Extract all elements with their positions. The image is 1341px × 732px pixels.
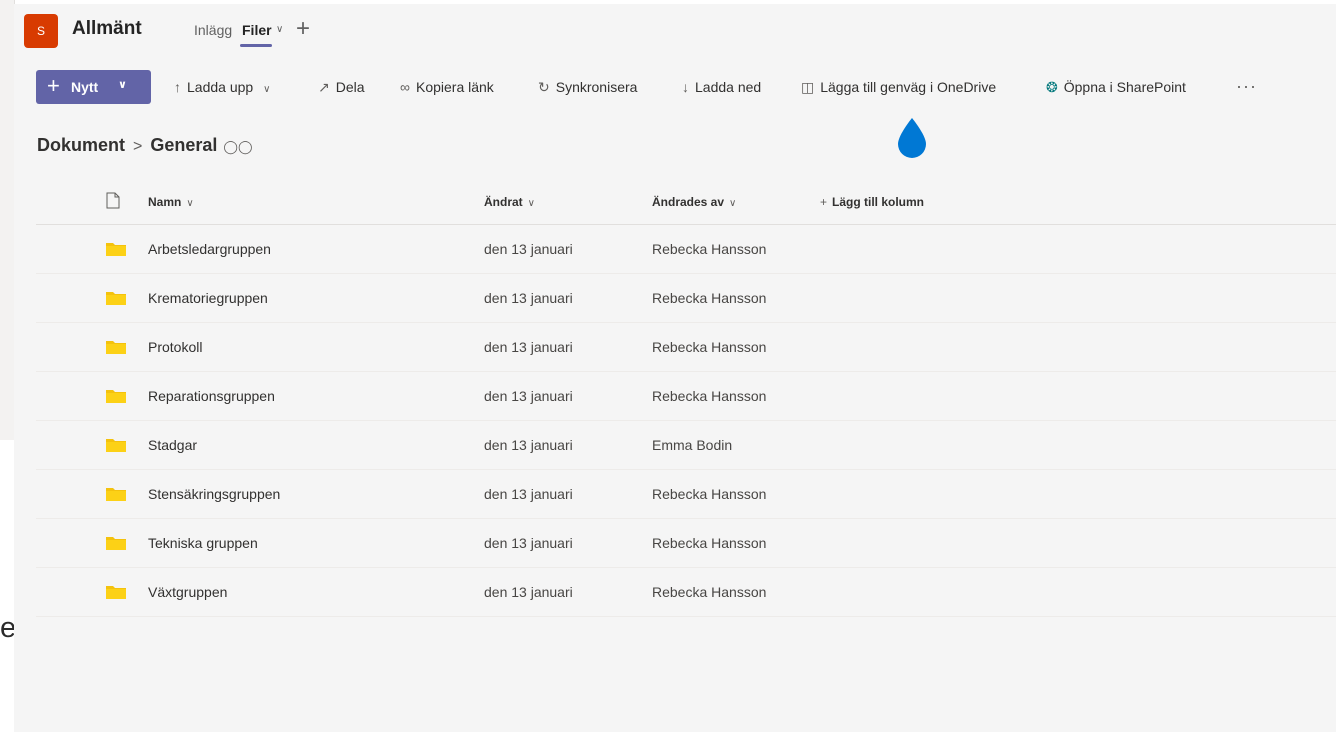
sync-button[interactable]: ↻ Synkronisera <box>538 79 637 96</box>
folder-icon <box>106 439 126 452</box>
row-name[interactable]: Protokoll <box>148 339 202 355</box>
row-modified: den 13 januari <box>484 584 573 600</box>
row-name[interactable]: Stadgar <box>148 437 197 453</box>
shortcut-icon: ◫ <box>801 79 815 95</box>
breadcrumb-current: General <box>150 135 218 155</box>
row-modified-by: Rebecka Hansson <box>652 290 767 306</box>
row-name[interactable]: Krematoriegruppen <box>148 290 268 306</box>
row-modified-by: Rebecka Hansson <box>652 339 767 355</box>
row-name[interactable]: Växtgruppen <box>148 584 227 600</box>
table-row[interactable]: Stadgar den 13 januari Emma Bodin <box>36 421 1336 470</box>
row-name[interactable]: Stensäkringsgruppen <box>148 486 280 502</box>
row-modified: den 13 januari <box>484 241 573 257</box>
row-name[interactable]: Tekniska gruppen <box>148 535 258 551</box>
breadcrumb: Dokument > General ◯◯ <box>37 135 253 156</box>
link-icon: ∞ <box>400 79 410 95</box>
chevron-down-icon: ∨ <box>186 198 194 209</box>
table-row[interactable]: Reparationsgruppen den 13 januari Rebecka … <box>36 372 1336 421</box>
row-modified-by: Rebecka Hansson <box>652 388 767 404</box>
more-options-button[interactable]: ··· <box>1236 76 1257 97</box>
file-type-icon[interactable] <box>106 192 120 212</box>
background-window <box>0 0 15 440</box>
chevron-down-icon: ∨ <box>729 198 737 209</box>
command-bar: + Nytt ∨ ↑ Ladda upp ∨ ↗ Dela ∞ Kopiera län… <box>14 62 1336 108</box>
folder-icon <box>106 292 126 305</box>
add-tab-button[interactable]: + <box>296 15 310 43</box>
table-row[interactable]: Krematoriegruppen den 13 januari Rebecka H… <box>36 274 1336 323</box>
share-icon: ↗ <box>318 79 330 95</box>
chevron-right-icon: > <box>133 138 143 155</box>
row-name[interactable]: Reparationsgruppen <box>148 388 275 404</box>
sync-icon: ↻ <box>538 79 550 95</box>
folder-icon <box>106 390 126 403</box>
chevron-down-icon[interactable]: ∨ <box>276 24 283 35</box>
row-modified-by: Rebecka Hansson <box>652 486 767 502</box>
add-shortcut-button[interactable]: ◫ Lägga till genväg i OneDrive <box>801 79 996 96</box>
channel-title: Allmänt <box>72 18 142 39</box>
download-button[interactable]: ↓ Ladda ned <box>682 79 761 95</box>
file-list: Namn ∨ Ändrat ∨ Ändrades av ∨ + Lägg till ko… <box>36 180 1336 617</box>
column-header-modified-by[interactable]: Ändrades av ∨ <box>652 195 736 209</box>
folder-icon <box>106 586 126 599</box>
sharepoint-icon: ❂ <box>1046 79 1058 95</box>
chevron-down-icon: ∨ <box>118 79 127 91</box>
tab-posts[interactable]: Inlägg <box>194 22 232 38</box>
table-row[interactable]: Arbetsledargruppen den 13 januari Rebecka … <box>36 225 1336 274</box>
drop-indicator-icon <box>898 118 926 158</box>
channel-header: S Allmänt Inlägg Filer ∨ + <box>14 4 1336 60</box>
row-modified-by: Rebecka Hansson <box>652 584 767 600</box>
row-modified: den 13 januari <box>484 388 573 404</box>
chevron-down-icon: ∨ <box>263 84 271 95</box>
chevron-down-icon: ∨ <box>527 198 535 209</box>
table-row[interactable]: Protokoll den 13 januari Rebecka Hansson <box>36 323 1336 372</box>
folder-icon <box>106 243 126 256</box>
row-modified-by: Rebecka Hansson <box>652 241 767 257</box>
row-modified: den 13 januari <box>484 535 573 551</box>
row-modified-by: Rebecka Hansson <box>652 535 767 551</box>
files-panel: S Allmänt Inlägg Filer ∨ + + Nytt ∨ ↑ Lad… <box>14 4 1336 732</box>
open-in-sharepoint-button[interactable]: ❂ Öppna i SharePoint <box>1046 79 1186 96</box>
plus-icon: + <box>47 73 60 98</box>
copy-link-button[interactable]: ∞ Kopiera länk <box>400 79 494 95</box>
folder-icon <box>106 488 126 501</box>
row-modified: den 13 januari <box>484 486 573 502</box>
upload-button[interactable]: ↑ Ladda upp ∨ <box>174 79 276 95</box>
row-modified: den 13 januari <box>484 437 573 453</box>
folder-icon <box>106 537 126 550</box>
add-column-button[interactable]: + Lägg till kolumn <box>820 195 924 209</box>
table-row[interactable]: Tekniska gruppen den 13 januari Rebecka Ha… <box>36 519 1336 568</box>
list-header: Namn ∨ Ändrat ∨ Ändrades av ∨ + Lägg till ko… <box>36 180 1336 225</box>
share-button[interactable]: ↗ Dela <box>318 79 365 96</box>
row-modified-by: Emma Bodin <box>652 437 733 453</box>
shared-people-icon[interactable]: ◯◯ <box>223 139 252 154</box>
row-modified: den 13 januari <box>484 290 573 306</box>
table-row[interactable]: Stensäkringsgruppen den 13 januari Rebecka… <box>36 470 1336 519</box>
column-header-name[interactable]: Namn ∨ <box>148 195 194 209</box>
new-button-label: Nytt <box>71 79 99 95</box>
new-button[interactable]: + Nytt ∨ <box>36 70 151 104</box>
tab-files[interactable]: Filer <box>242 22 272 38</box>
active-tab-indicator <box>240 44 272 47</box>
plus-icon: + <box>820 195 828 209</box>
folder-icon <box>106 341 126 354</box>
row-name[interactable]: Arbetsledargruppen <box>148 241 271 257</box>
team-avatar[interactable]: S <box>24 14 58 48</box>
table-row[interactable]: Växtgruppen den 13 januari Rebecka Hansson <box>36 568 1336 617</box>
breadcrumb-root[interactable]: Dokument <box>37 135 125 155</box>
column-header-modified[interactable]: Ändrat ∨ <box>484 195 535 209</box>
row-modified: den 13 januari <box>484 339 573 355</box>
list-rows: Arbetsledargruppen den 13 januari Rebecka … <box>36 225 1336 617</box>
download-icon: ↓ <box>682 79 689 95</box>
upload-icon: ↑ <box>174 79 181 95</box>
